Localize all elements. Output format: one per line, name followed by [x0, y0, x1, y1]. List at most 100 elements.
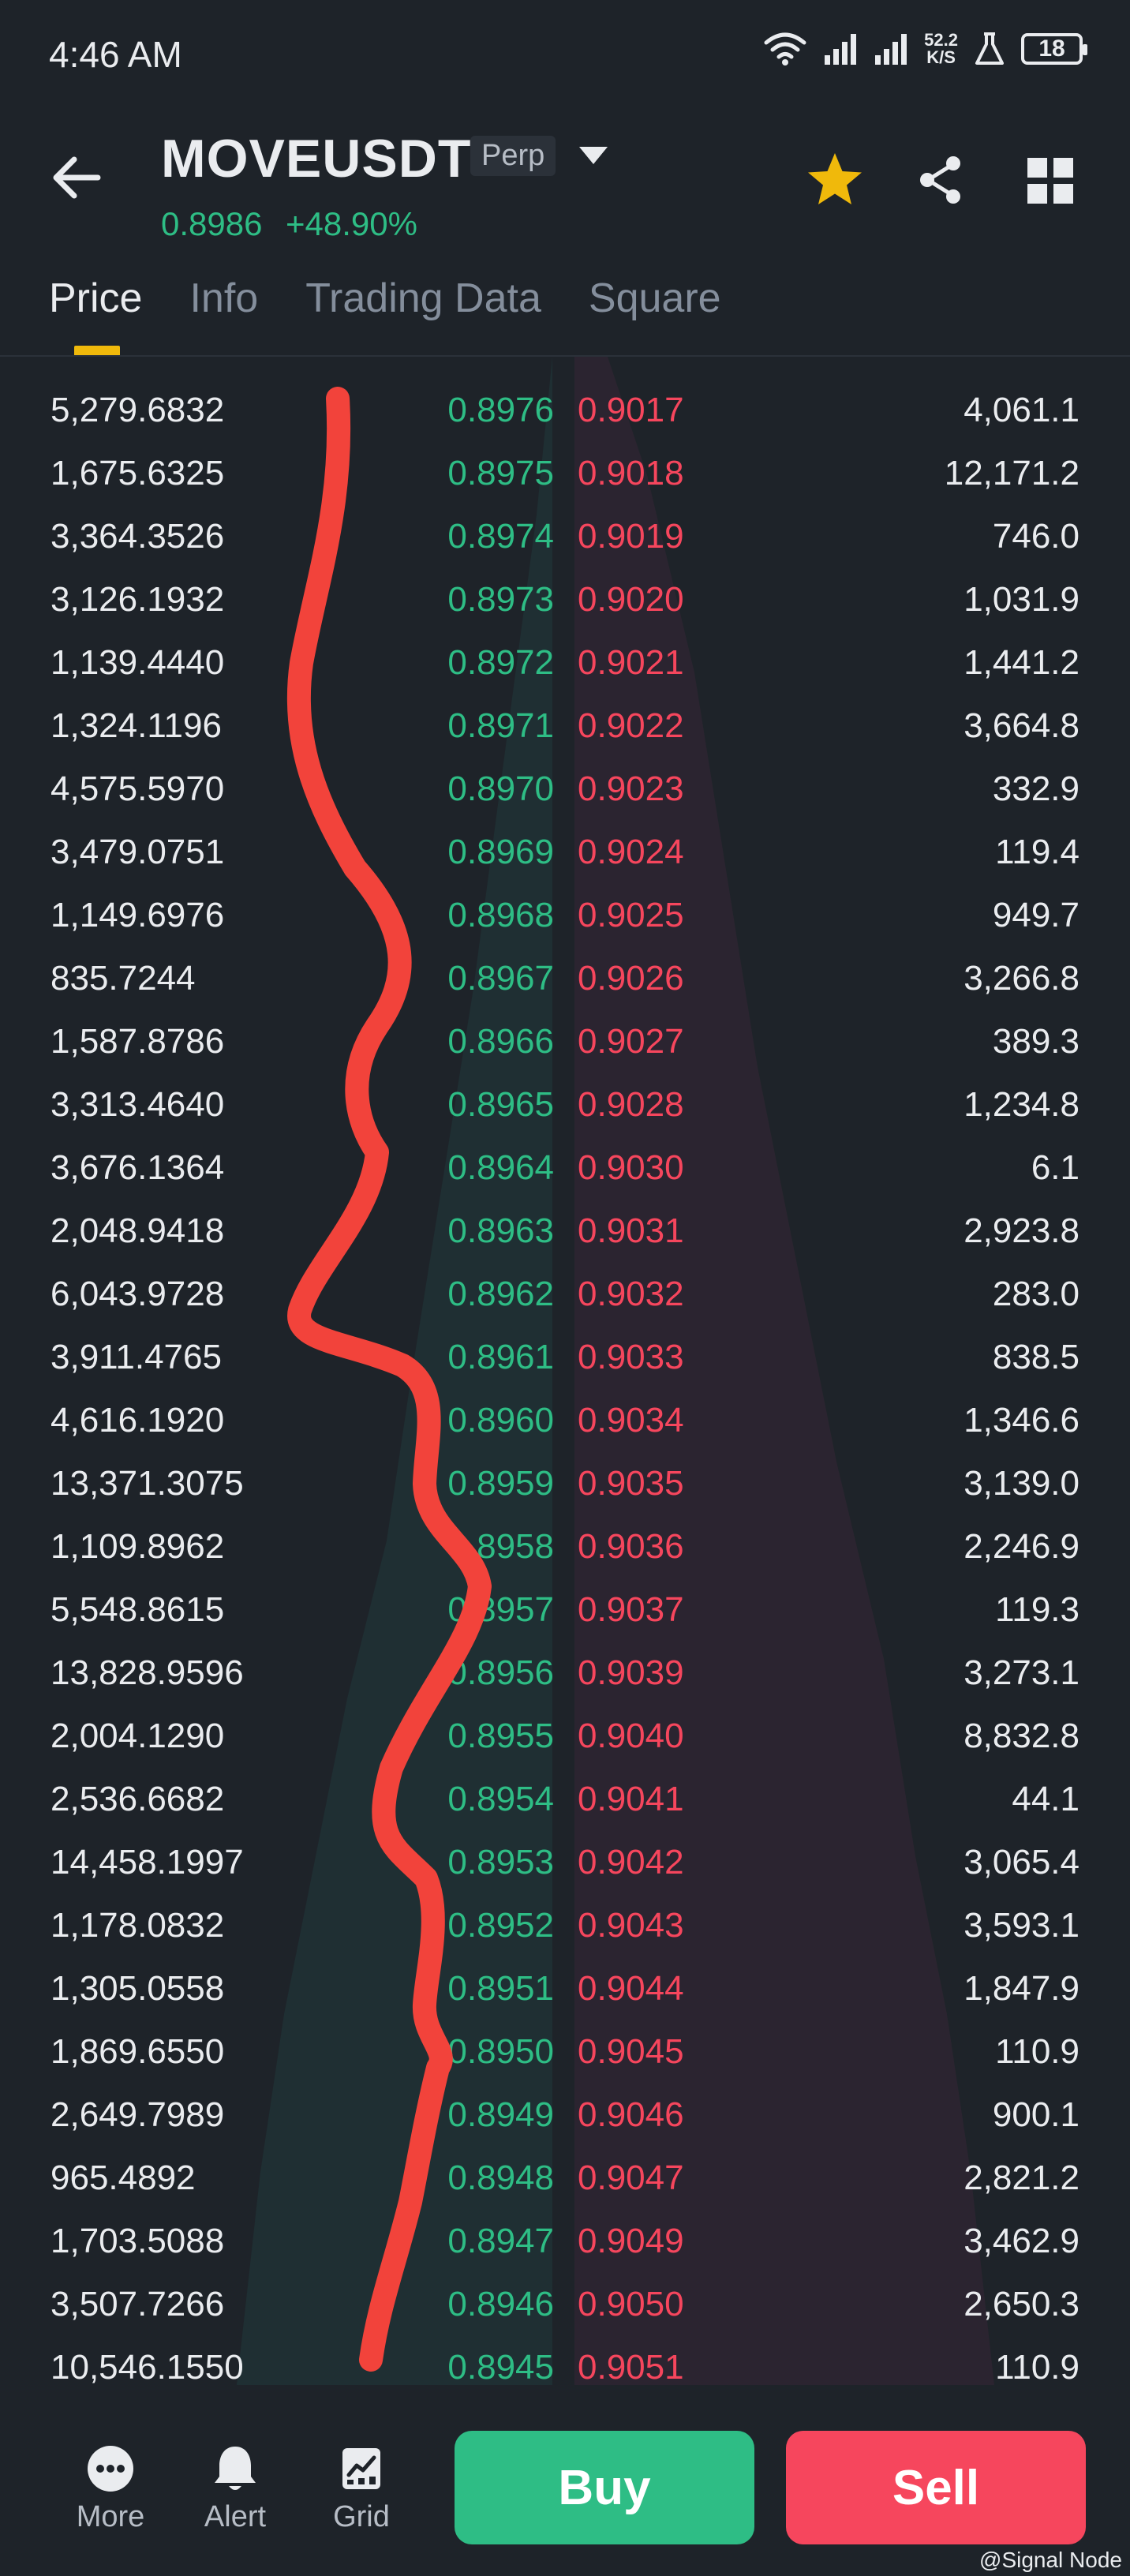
symbol-title[interactable]: MOVEUSDT — [161, 128, 471, 189]
ask-qty: 3,266.8 — [963, 959, 1079, 998]
dropdown-icon[interactable] — [576, 144, 611, 167]
order-book-row[interactable]: 2,536.6682 0.8954 0.9041 44.1 — [0, 1768, 1130, 1831]
bid-price: 0.8951 — [447, 1969, 554, 2008]
ask-price: 0.9035 — [578, 1464, 684, 1503]
star-icon[interactable] — [805, 150, 865, 210]
bid-price: 0.8949 — [447, 2095, 554, 2134]
ask-price: 0.9021 — [578, 643, 684, 682]
order-book-row[interactable]: 2,649.7989 0.8949 0.9046 900.1 — [0, 2084, 1130, 2147]
order-book-row[interactable]: 835.7244 0.8967 0.9026 3,266.8 — [0, 947, 1130, 1010]
ask-qty: 2,246.9 — [963, 1527, 1079, 1566]
ask-qty: 3,593.1 — [963, 1906, 1079, 1945]
ask-price: 0.9033 — [578, 1338, 684, 1376]
order-book-row[interactable]: 3,126.1932 0.8973 0.9020 1,031.9 — [0, 568, 1130, 631]
ask-price: 0.9040 — [578, 1717, 684, 1755]
order-book-row[interactable]: 4,575.5970 0.8970 0.9023 332.9 — [0, 758, 1130, 821]
order-book-row[interactable]: 4,616.1920 0.8960 0.9034 1,346.6 — [0, 1389, 1130, 1452]
grid-icon[interactable] — [1026, 156, 1075, 205]
ask-qty: 110.9 — [995, 2032, 1079, 2071]
watermark: @Signal Node — [979, 2548, 1122, 2572]
last-price: 0.8986 — [161, 205, 263, 242]
bid-price: 0.8960 — [447, 1401, 554, 1440]
ask-price: 0.9036 — [578, 1527, 684, 1566]
tab-divider — [0, 355, 1130, 357]
bid-qty: 1,139.4440 — [51, 643, 225, 682]
bid-qty: 1,587.8786 — [51, 1022, 225, 1061]
tab-info[interactable]: Info — [189, 275, 258, 322]
bid-price: 0.8975 — [447, 454, 554, 492]
order-book-row[interactable]: 3,507.7266 0.8946 0.9050 2,650.3 — [0, 2273, 1130, 2336]
ask-price: 0.9044 — [578, 1969, 684, 2008]
buy-button[interactable]: Buy — [455, 2431, 754, 2544]
grid-bot-button[interactable]: Grid — [314, 2443, 409, 2534]
order-book-row[interactable]: 1,139.4440 0.8972 0.9021 1,441.2 — [0, 631, 1130, 695]
grid-label: Grid — [333, 2500, 390, 2533]
ask-price: 0.9019 — [578, 517, 684, 556]
order-book[interactable]: 5,279.6832 0.8976 0.9017 4,061.1 1,675.6325 0… — [0, 357, 1130, 2385]
order-book-row[interactable]: 3,313.4640 0.8965 0.9028 1,234.8 — [0, 1073, 1130, 1136]
bid-qty: 13,371.3075 — [51, 1464, 244, 1503]
order-book-row[interactable]: 1,324.1196 0.8971 0.9022 3,664.8 — [0, 695, 1130, 758]
tab-price[interactable]: Price — [49, 275, 142, 322]
order-book-row[interactable]: 5,548.8615 0.8957 0.9037 119.3 — [0, 1578, 1130, 1642]
order-book-row[interactable]: 3,364.3526 0.8974 0.9019 746.0 — [0, 505, 1130, 568]
order-book-row[interactable]: 1,305.0558 0.8951 0.9044 1,847.9 — [0, 1957, 1130, 2020]
ask-qty: 3,273.1 — [963, 1653, 1079, 1692]
net-speed: 52.2 K/S — [924, 32, 958, 66]
flask-icon — [975, 32, 1004, 65]
order-book-row[interactable]: 965.4892 0.8948 0.9047 2,821.2 — [0, 2147, 1130, 2210]
ask-qty: 1,234.8 — [963, 1085, 1079, 1124]
order-book-row[interactable]: 1,109.8962 0.8958 0.9036 2,246.9 — [0, 1515, 1130, 1578]
grid-bot-icon — [342, 2448, 380, 2489]
bid-qty: 5,279.6832 — [51, 391, 225, 429]
price-change-percent: +48.90% — [286, 205, 417, 242]
tab-trading-data[interactable]: Trading Data — [305, 275, 541, 322]
bid-price: 0.8974 — [447, 517, 554, 556]
order-book-row[interactable]: 2,004.1290 0.8955 0.9040 8,832.8 — [0, 1705, 1130, 1768]
ask-qty: 746.0 — [992, 517, 1079, 556]
ask-qty: 332.9 — [992, 769, 1079, 808]
back-arrow-icon[interactable] — [49, 150, 104, 205]
ask-qty: 1,441.2 — [963, 643, 1079, 682]
bid-price: 0.8945 — [447, 2348, 554, 2385]
order-book-row[interactable]: 13,371.3075 0.8959 0.9035 3,139.0 — [0, 1452, 1130, 1515]
order-book-row[interactable]: 1,675.6325 0.8975 0.9018 12,171.2 — [0, 442, 1130, 505]
order-book-row[interactable]: 1,178.0832 0.8952 0.9043 3,593.1 — [0, 1894, 1130, 1957]
bid-price: 0.8947 — [447, 2222, 554, 2260]
order-book-row[interactable]: 10,546.1550 0.8945 0.9051 110.9 — [0, 2336, 1130, 2385]
ask-price: 0.9041 — [578, 1780, 684, 1818]
order-book-row[interactable]: 1,149.6976 0.8968 0.9025 949.7 — [0, 884, 1130, 947]
ask-price: 0.9026 — [578, 959, 684, 998]
sell-button[interactable]: Sell — [786, 2431, 1086, 2544]
order-book-row[interactable]: 5,279.6832 0.8976 0.9017 4,061.1 — [0, 379, 1130, 442]
order-book-row[interactable]: 1,587.8786 0.8966 0.9027 389.3 — [0, 1010, 1130, 1073]
ask-price: 0.9024 — [578, 833, 684, 871]
order-book-row[interactable]: 14,458.1997 0.8953 0.9042 3,065.4 — [0, 1831, 1130, 1894]
order-book-row[interactable]: 2,048.9418 0.8963 0.9031 2,923.8 — [0, 1200, 1130, 1263]
order-book-row[interactable]: 1,869.6550 0.8950 0.9045 110.9 — [0, 2020, 1130, 2084]
bid-price: 0.8969 — [447, 833, 554, 871]
contract-type-badge: Perp — [470, 136, 556, 176]
order-book-row[interactable]: 1,703.5088 0.8947 0.9049 3,462.9 — [0, 2210, 1130, 2273]
ask-qty: 12,171.2 — [944, 454, 1079, 492]
bid-qty: 3,507.7266 — [51, 2285, 225, 2323]
bid-qty: 4,616.1920 — [51, 1401, 225, 1440]
order-book-row[interactable]: 3,479.0751 0.8969 0.9024 119.4 — [0, 821, 1130, 884]
bid-price: 0.8962 — [447, 1275, 554, 1313]
bid-price: 0.8957 — [447, 1590, 554, 1629]
bid-qty: 1,109.8962 — [51, 1527, 225, 1566]
more-button[interactable]: More — [63, 2443, 158, 2534]
share-icon[interactable] — [914, 153, 967, 207]
bid-price: 0.8958 — [447, 1527, 554, 1566]
bid-price: 0.8956 — [447, 1653, 554, 1692]
bid-qty: 3,313.4640 — [51, 1085, 225, 1124]
ask-price: 0.9034 — [578, 1401, 684, 1440]
tab-square[interactable]: Square — [589, 275, 721, 322]
order-book-row[interactable]: 3,676.1364 0.8964 0.9030 6.1 — [0, 1136, 1130, 1200]
bid-price: 0.8968 — [447, 896, 554, 934]
order-book-row[interactable]: 13,828.9596 0.8956 0.9039 3,273.1 — [0, 1642, 1130, 1705]
alert-button[interactable]: Alert — [188, 2443, 282, 2534]
order-book-row[interactable]: 6,043.9728 0.8962 0.9032 283.0 — [0, 1263, 1130, 1326]
order-book-row[interactable]: 3,911.4765 0.8961 0.9033 838.5 — [0, 1326, 1130, 1389]
bid-price: 0.8946 — [447, 2285, 554, 2323]
